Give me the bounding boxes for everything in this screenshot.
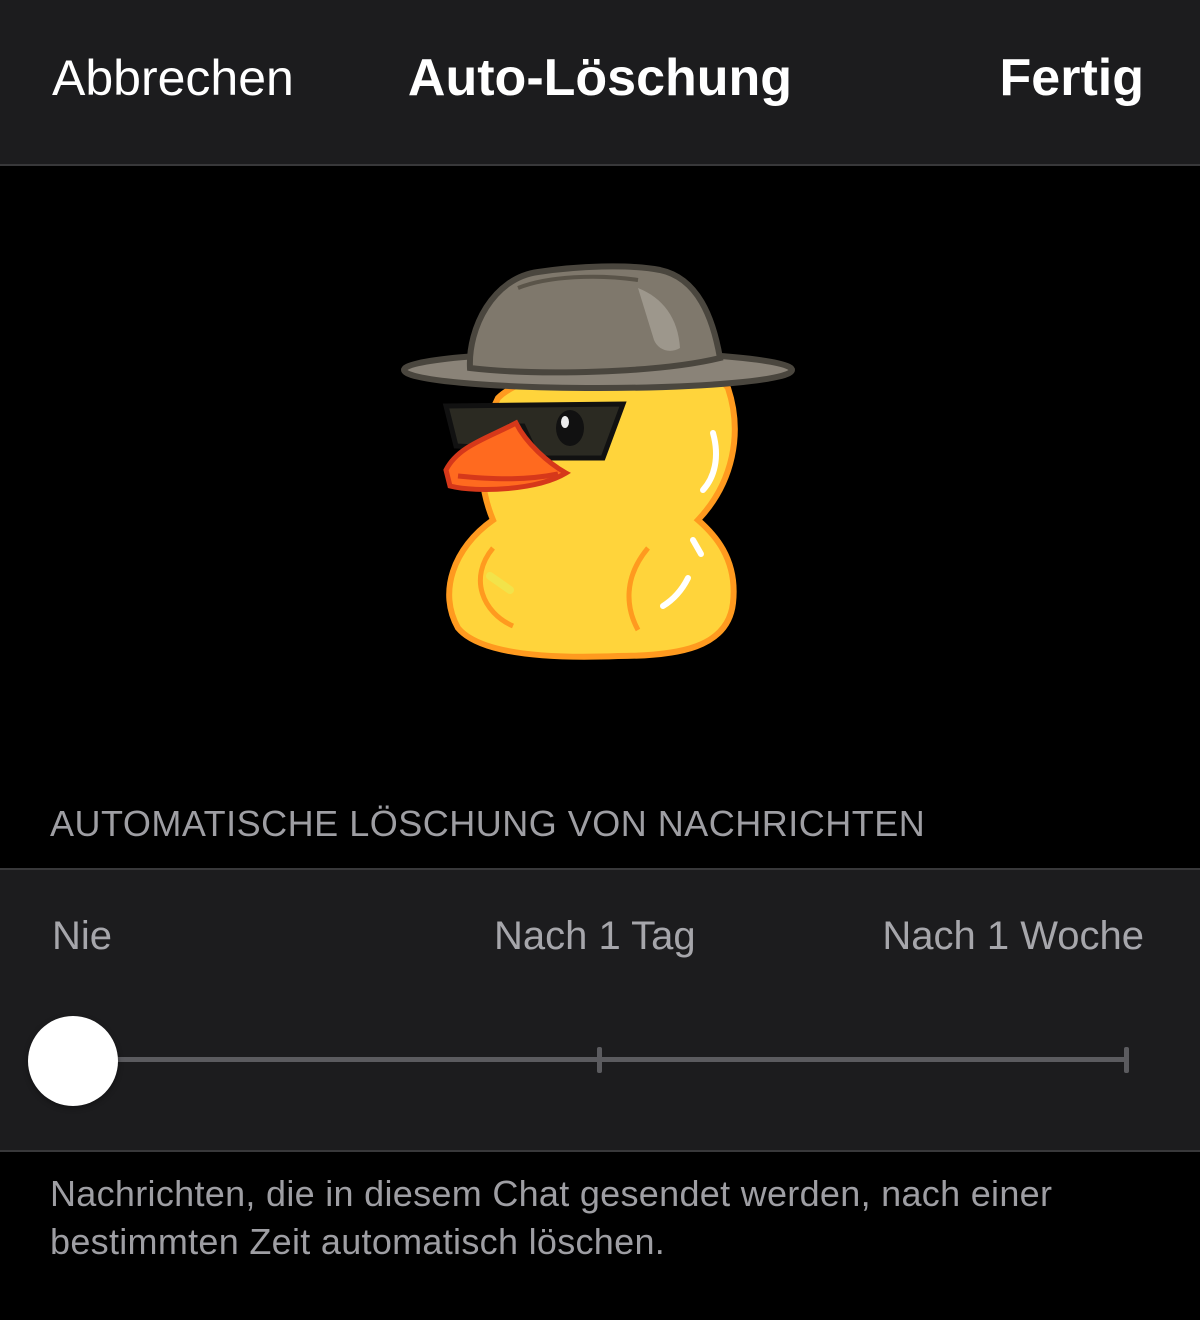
slider-label-one-day[interactable]: Nach 1 Tag: [494, 910, 696, 962]
slider-label-never[interactable]: Nie: [52, 910, 112, 962]
duck-sticker-icon: [401, 263, 795, 660]
navigation-bar: Abbrechen Auto-Löschung Fertig: [0, 0, 1200, 166]
section-header: AUTOMATISCHE LÖSCHUNG VON NACHRICHTEN: [50, 803, 926, 844]
slider-tick: [597, 1047, 602, 1073]
footer-description: Nachrichten, die in diesem Chat gesendet…: [50, 1173, 1053, 1262]
slider-thumb[interactable]: [28, 1016, 118, 1106]
slider-tick: [1124, 1047, 1129, 1073]
slider-label-one-week[interactable]: Nach 1 Woche: [882, 910, 1144, 962]
cancel-button[interactable]: Abbrechen: [52, 46, 294, 110]
done-button[interactable]: Fertig: [1000, 46, 1144, 110]
